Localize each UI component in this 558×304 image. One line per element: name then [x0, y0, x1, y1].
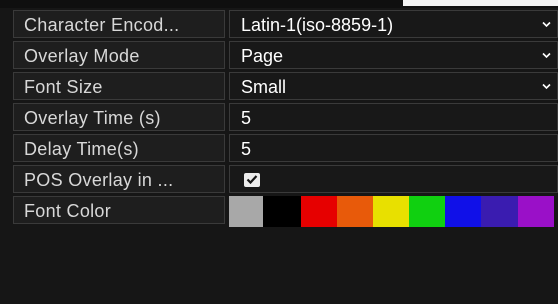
- color-swatch-red[interactable]: [301, 196, 337, 227]
- pos-overlay-cell: [229, 165, 558, 193]
- window-edge: [403, 0, 558, 6]
- delay-time-row: Delay Time(s) 5: [13, 134, 558, 165]
- character-encoding-row: Character Encod... Latin-1(iso-8859-1): [13, 10, 558, 41]
- delay-time-input[interactable]: 5: [229, 134, 558, 162]
- font-color-palette: [229, 196, 558, 227]
- font-color-label: Font Color: [13, 196, 225, 224]
- color-swatch-orange[interactable]: [337, 196, 373, 227]
- overlay-time-input[interactable]: 5: [229, 103, 558, 131]
- color-swatch-indigo[interactable]: [481, 196, 518, 227]
- color-swatch-yellow[interactable]: [373, 196, 409, 227]
- overlay-mode-select[interactable]: Page: [229, 41, 558, 69]
- chevron-down-icon: [542, 52, 551, 59]
- osd-settings-panel: Character Encod... Latin-1(iso-8859-1) O…: [0, 0, 558, 304]
- overlay-time-label: Overlay Time (s): [13, 103, 225, 131]
- color-swatch-black[interactable]: [263, 196, 301, 227]
- pos-overlay-row: POS Overlay in ...: [13, 165, 558, 196]
- color-swatch-gray[interactable]: [229, 196, 263, 227]
- character-encoding-select[interactable]: Latin-1(iso-8859-1): [229, 10, 558, 38]
- top-edge: [0, 0, 558, 8]
- overlay-mode-value: Page: [241, 46, 284, 66]
- color-swatch-green[interactable]: [409, 196, 445, 227]
- overlay-time-row: Overlay Time (s) 5: [13, 103, 558, 134]
- font-size-value: Small: [241, 77, 287, 97]
- pos-overlay-checkbox[interactable]: [244, 173, 260, 187]
- settings-list: Character Encod... Latin-1(iso-8859-1) O…: [13, 10, 558, 227]
- overlay-mode-row: Overlay Mode Page: [13, 41, 558, 72]
- font-size-select[interactable]: Small: [229, 72, 558, 100]
- color-swatch-purple[interactable]: [518, 196, 554, 227]
- overlay-mode-label: Overlay Mode: [13, 41, 225, 69]
- pos-overlay-label: POS Overlay in ...: [13, 165, 225, 193]
- checkmark-icon: [246, 175, 258, 185]
- character-encoding-value: Latin-1(iso-8859-1): [241, 15, 394, 35]
- font-size-row: Font Size Small: [13, 72, 558, 103]
- font-color-row: Font Color: [13, 196, 558, 227]
- chevron-down-icon: [542, 83, 551, 90]
- color-swatch-blue[interactable]: [445, 196, 481, 227]
- character-encoding-label: Character Encod...: [13, 10, 225, 38]
- font-size-label: Font Size: [13, 72, 225, 100]
- delay-time-label: Delay Time(s): [13, 134, 225, 162]
- chevron-down-icon: [542, 21, 551, 28]
